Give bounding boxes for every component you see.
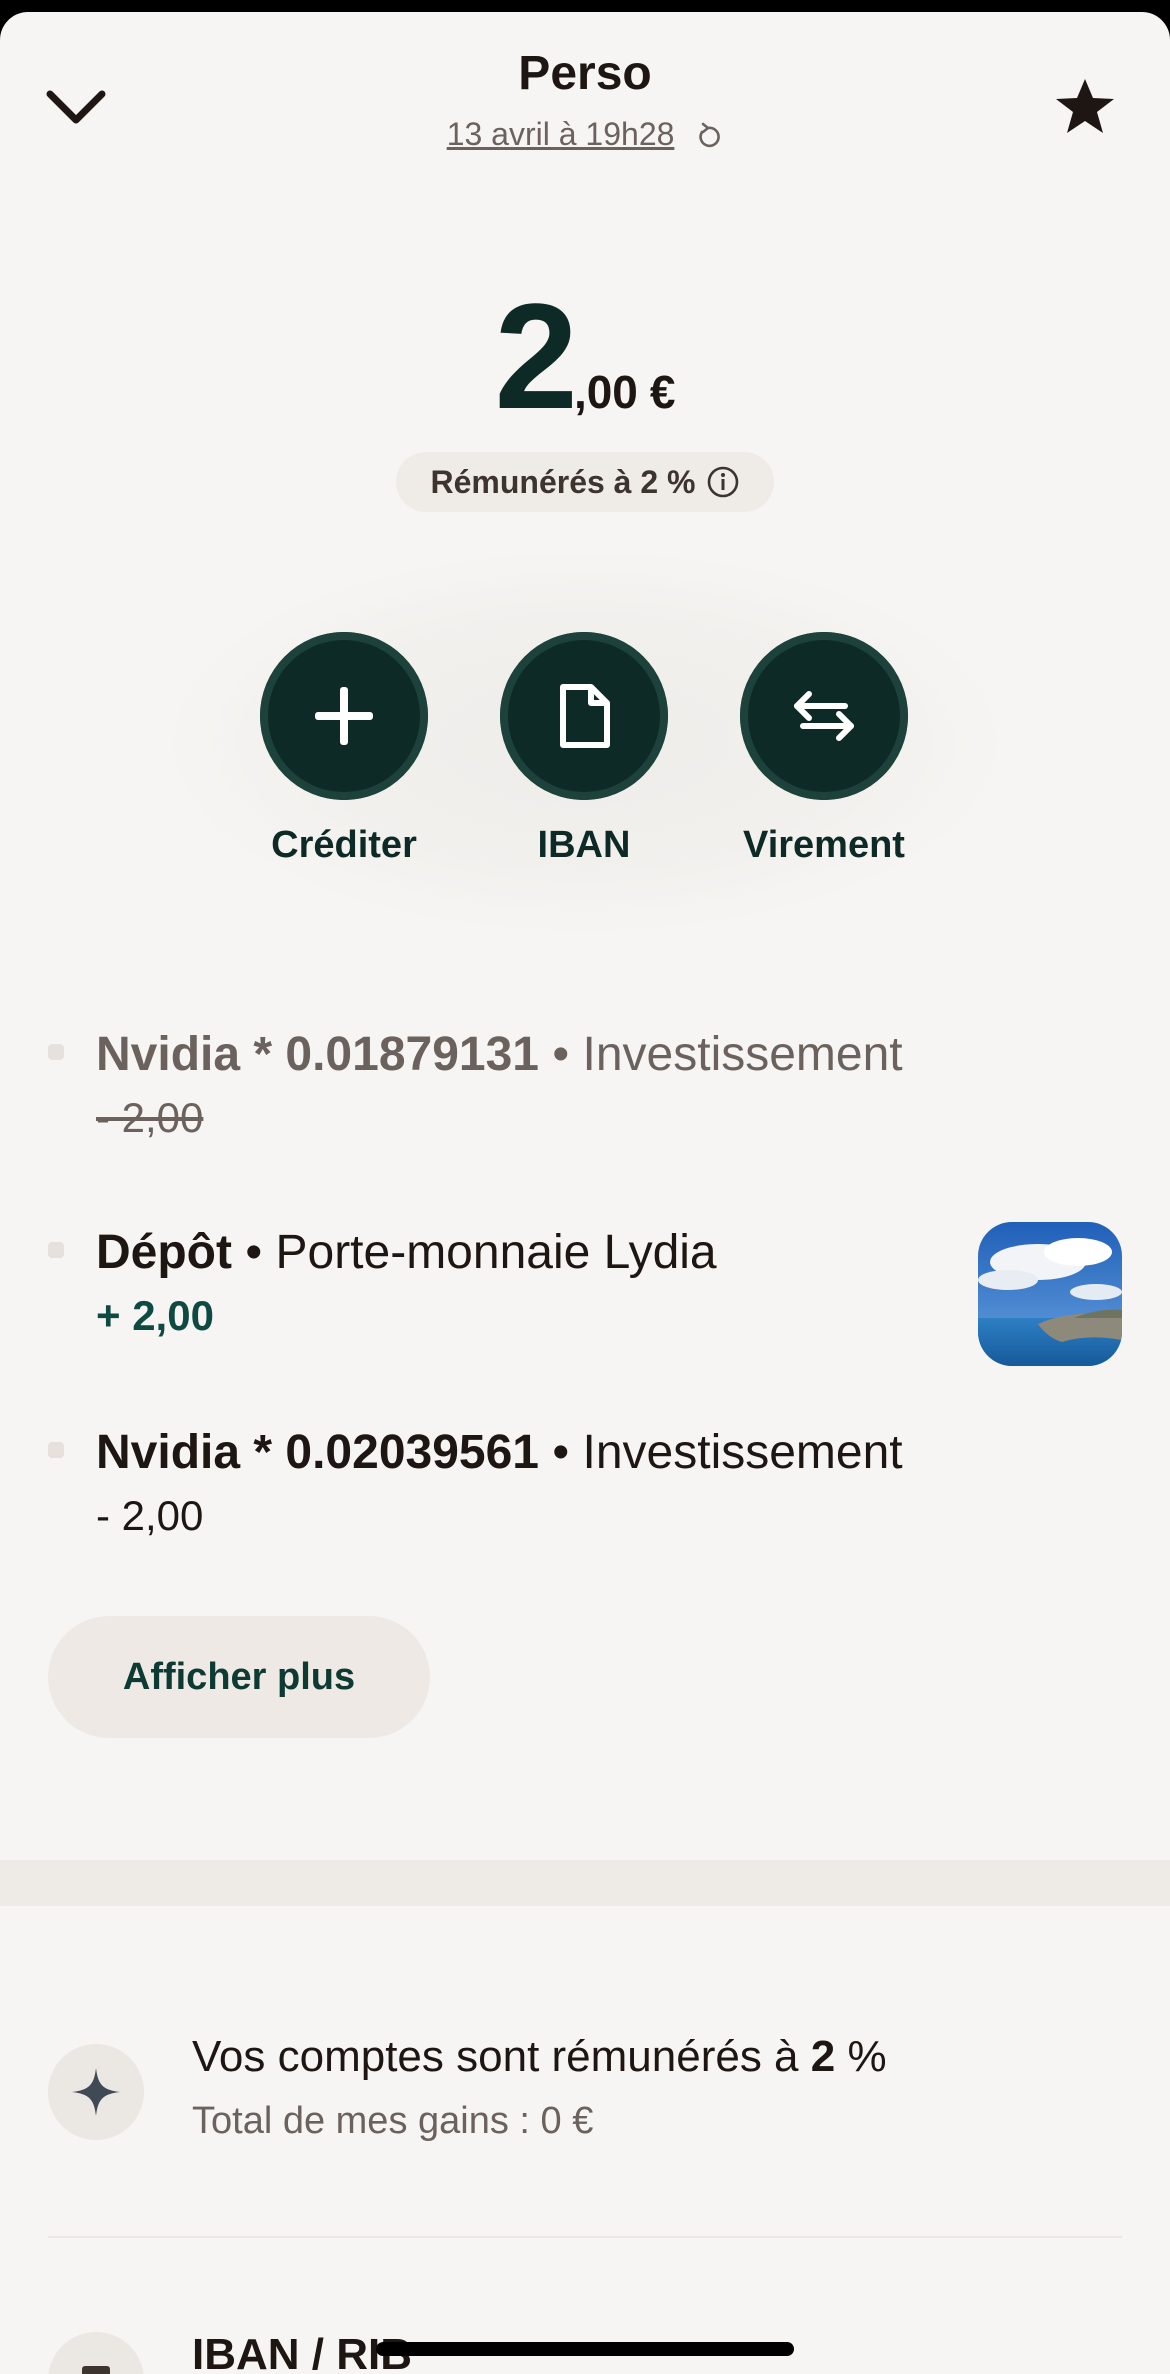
transaction-amount: - 2,00 bbox=[96, 1492, 204, 1539]
transfer-arrows-icon bbox=[794, 691, 854, 741]
transaction-bullet bbox=[48, 1242, 64, 1258]
separator: • bbox=[245, 1226, 263, 1279]
transaction-photo[interactable] bbox=[978, 1222, 1122, 1366]
home-indicator[interactable] bbox=[376, 2342, 794, 2356]
document-icon bbox=[560, 684, 610, 748]
transaction-amount: - 2,00 bbox=[96, 1094, 204, 1141]
account-sheet: Perso 13 avril à 19h28 2,00 € Rémunérés à… bbox=[0, 12, 1170, 2374]
transaction-row[interactable]: Dépôt • Porte-monnaie Lydia + 2,00 bbox=[48, 1224, 996, 1340]
transaction-category: Investissement bbox=[582, 1028, 903, 1081]
refresh-icon[interactable] bbox=[693, 122, 723, 152]
interest-info-row[interactable]: Vos comptes sont rémunérés à 2 % Total d… bbox=[48, 2032, 1122, 2172]
iban-button[interactable] bbox=[500, 632, 668, 800]
separator: • bbox=[552, 1028, 570, 1081]
transaction-name: Dépôt bbox=[96, 1226, 232, 1279]
transaction-bullet bbox=[48, 1044, 64, 1060]
transaction-name: Nvidia * 0.01879131 bbox=[96, 1028, 539, 1081]
sparkle-icon bbox=[48, 2044, 144, 2140]
divider bbox=[48, 2236, 1122, 2238]
transfer-action[interactable]: Virement bbox=[734, 632, 914, 867]
show-more-button[interactable]: Afficher plus bbox=[48, 1616, 430, 1738]
interest-info-title: Vos comptes sont rémunérés à 2 % bbox=[192, 2032, 887, 2081]
transaction-category: Investissement bbox=[582, 1426, 903, 1479]
star-icon[interactable] bbox=[1054, 76, 1116, 138]
last-update: 13 avril à 19h28 bbox=[0, 116, 1170, 153]
transaction-row[interactable]: Nvidia * 0.01879131 • Investissement - 2… bbox=[48, 1026, 996, 1142]
plus-icon bbox=[315, 687, 373, 745]
bank-icon bbox=[48, 2332, 144, 2374]
section-divider bbox=[0, 1860, 1170, 1906]
credit-label: Créditer bbox=[271, 824, 417, 866]
interest-info-subtitle: Total de mes gains : 0 € bbox=[192, 2100, 594, 2142]
transaction-category: Porte-monnaie Lydia bbox=[275, 1226, 717, 1279]
page-title: Perso bbox=[518, 47, 652, 100]
transfer-button[interactable] bbox=[740, 632, 908, 800]
interest-rate-text: Rémunérés à 2 % bbox=[430, 463, 696, 500]
last-update-date[interactable]: 13 avril à 19h28 bbox=[447, 116, 675, 152]
transaction-row[interactable]: Nvidia * 0.02039561 • Investissement - 2… bbox=[48, 1424, 996, 1540]
transaction-bullet bbox=[48, 1442, 64, 1458]
transaction-amount: + 2,00 bbox=[96, 1292, 214, 1339]
balance-integer: 2 bbox=[494, 272, 578, 440]
transaction-name: Nvidia * 0.02039561 bbox=[96, 1426, 539, 1479]
iban-action[interactable]: IBAN bbox=[494, 632, 674, 867]
account-balance: 2,00 € bbox=[0, 270, 1170, 443]
info-icon bbox=[707, 466, 738, 498]
credit-button[interactable] bbox=[260, 632, 428, 800]
credit-action[interactable]: Créditer bbox=[254, 632, 434, 867]
interest-rate-badge[interactable]: Rémunérés à 2 % bbox=[396, 452, 774, 512]
iban-label: IBAN bbox=[537, 824, 631, 866]
separator: • bbox=[552, 1426, 570, 1479]
balance-currency: € bbox=[649, 366, 676, 418]
balance-decimal: ,00 bbox=[573, 366, 638, 418]
transfer-label: Virement bbox=[743, 824, 905, 866]
